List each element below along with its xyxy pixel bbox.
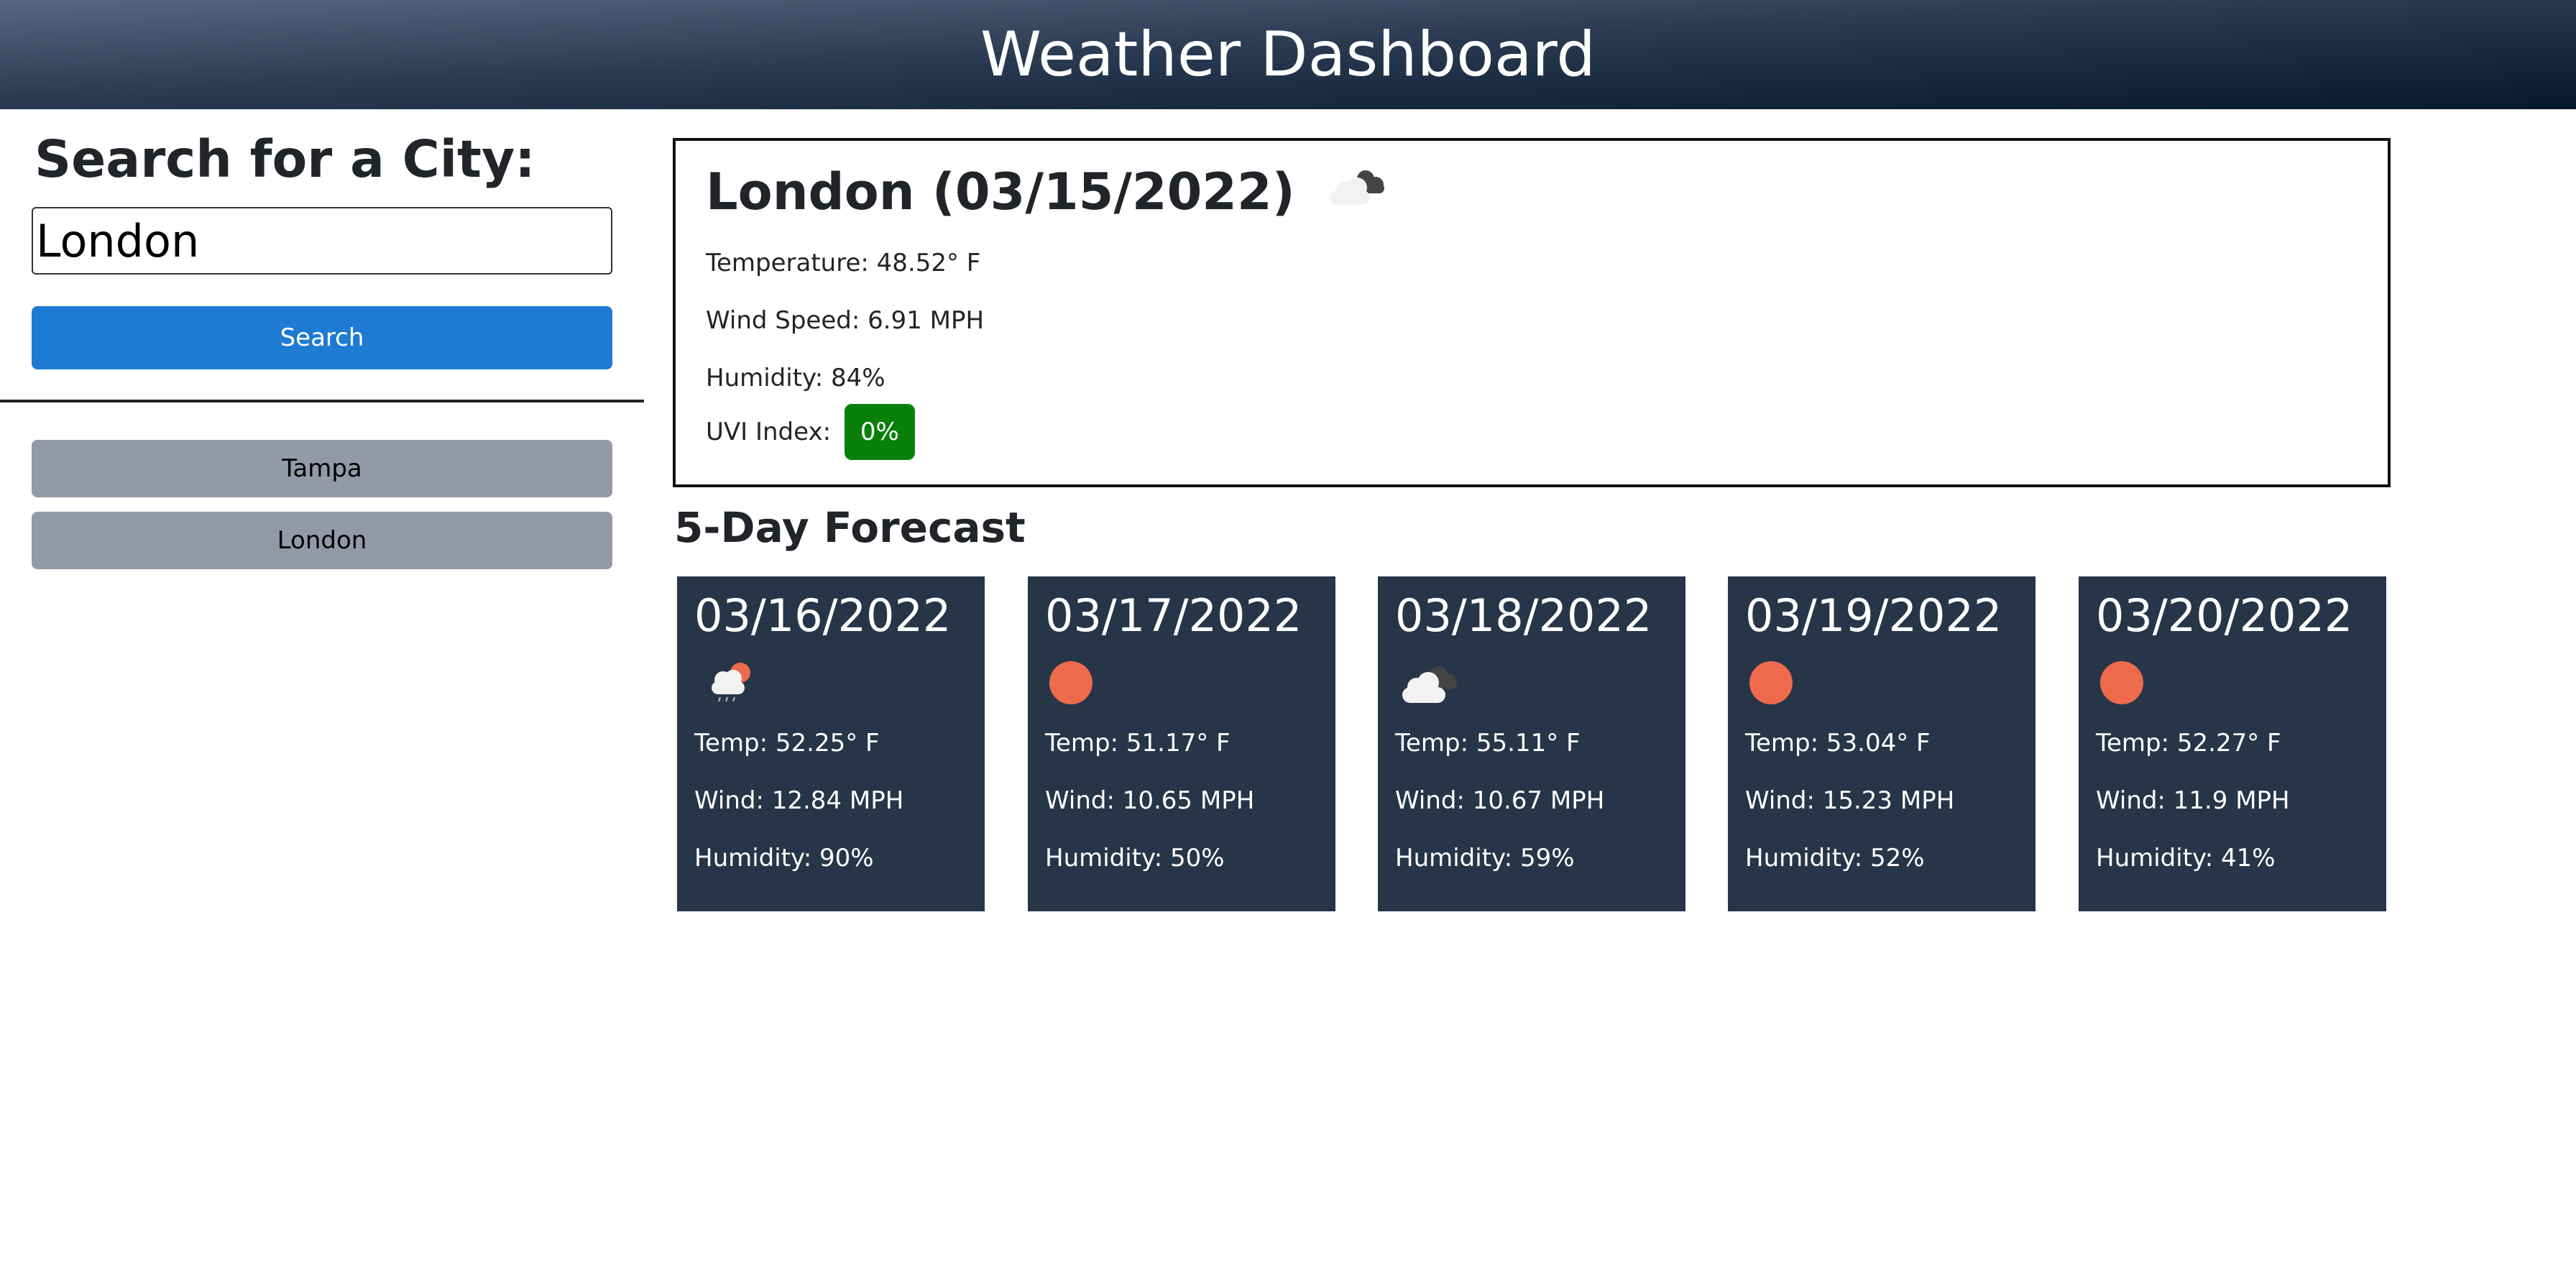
current-humidity: Humidity: 84% (706, 364, 886, 392)
search-button[interactable]: Search (32, 306, 612, 369)
forecast-date: 03/18/2022 (1395, 589, 1652, 642)
forecast-card: 03/17/2022 Temp: 51.17° F Wind: 10.65 MP… (1028, 576, 1335, 911)
uvi-badge: 0% (844, 404, 915, 460)
forecast-date: 03/17/2022 (1045, 589, 1302, 642)
forecast-wind: Wind: 10.67 MPH (1395, 786, 1605, 815)
history-item-london[interactable]: London (32, 512, 612, 569)
forecast-card: 03/16/2022 Temp: 52.25° F Wind: 12.84 MP… (677, 576, 985, 911)
forecast-temp: Temp: 53.04° F (1745, 729, 1931, 758)
uvi-label: UVI Index: (706, 418, 832, 446)
search-history: Tampa London (32, 440, 612, 584)
cloudy-icon (1324, 162, 1389, 221)
forecast-wind: Wind: 15.23 MPH (1745, 786, 1955, 815)
history-item-tampa[interactable]: Tampa (32, 440, 612, 497)
forecast-wind: Wind: 11.9 MPH (2096, 786, 2290, 815)
page-title: Weather Dashboard (980, 19, 1596, 91)
forecast-date: 03/16/2022 (694, 589, 952, 642)
app-header: Weather Dashboard (0, 0, 2576, 109)
sun-icon (1045, 654, 1117, 712)
forecast-card: 03/20/2022 Temp: 52.27° F Wind: 11.9 MPH… (2079, 576, 2386, 911)
forecast-temp: Temp: 52.25° F (694, 729, 880, 758)
city-date-label: London (03/15/2022) (706, 162, 1295, 221)
forecast-humidity: Humidity: 90% (694, 844, 874, 873)
forecast-card: 03/19/2022 Temp: 53.04° F Wind: 15.23 MP… (1728, 576, 2036, 911)
sun-icon (1745, 654, 1817, 712)
current-weather-title: London (03/15/2022) (706, 162, 1389, 221)
forecast-temp: Temp: 52.27° F (2096, 729, 2281, 758)
forecast-wind: Wind: 10.65 MPH (1045, 786, 1255, 815)
forecast-date: 03/19/2022 (1745, 589, 2002, 642)
forecast-card: 03/18/2022 Temp: 55.11° F Wind: 10.67 MP… (1378, 576, 1685, 911)
current-weather-panel: London (03/15/2022) Temperature: 48.52° … (673, 138, 2391, 487)
current-temperature: Temperature: 48.52° F (706, 249, 981, 277)
forecast-humidity: Humidity: 50% (1045, 844, 1225, 873)
rain-cloud-sun-icon (694, 654, 766, 712)
forecast-date: 03/20/2022 (2096, 589, 2353, 642)
sun-icon (2096, 654, 2168, 712)
forecast-humidity: Humidity: 52% (1745, 844, 1925, 873)
cloudy-icon (1395, 654, 1467, 712)
forecast-humidity: Humidity: 41% (2096, 844, 2276, 873)
forecast-humidity: Humidity: 59% (1395, 844, 1575, 873)
city-search-input[interactable] (32, 207, 612, 275)
search-heading: Search for a City: (34, 129, 535, 189)
forecast-temp: Temp: 55.11° F (1395, 729, 1581, 758)
forecast-heading: 5-Day Forecast (674, 503, 1026, 552)
forecast-wind: Wind: 12.84 MPH (694, 786, 904, 815)
forecast-temp: Temp: 51.17° F (1045, 729, 1230, 758)
sidebar-divider (0, 400, 644, 402)
current-wind: Wind Speed: 6.91 MPH (706, 306, 985, 335)
current-uvi: UVI Index: 0% (706, 404, 915, 460)
